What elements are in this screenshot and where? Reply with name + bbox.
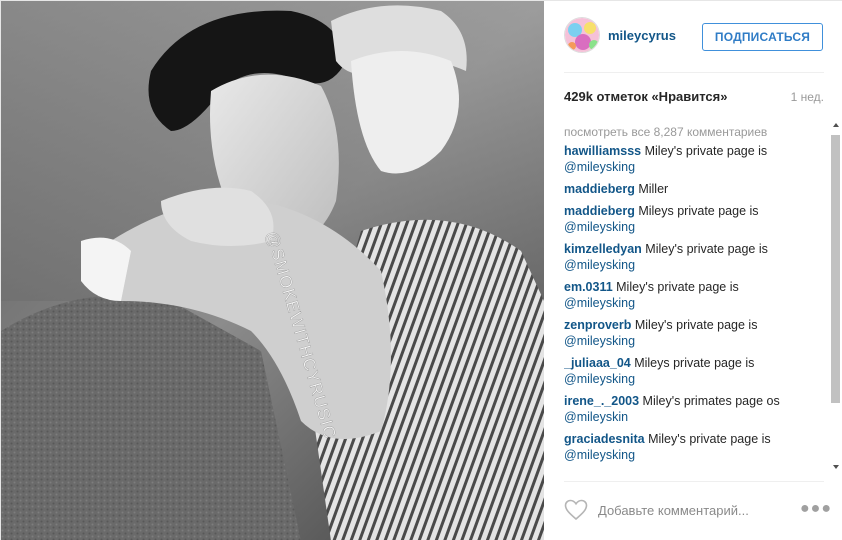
- comment-item: irene_._2003 Miley's primates page os @m…: [564, 393, 829, 425]
- comment-text: Mileys private page is: [630, 356, 755, 370]
- comment-text: Mileys private page is: [634, 204, 759, 218]
- comment-username[interactable]: zenproverb: [564, 318, 631, 332]
- comment-username[interactable]: hawilliamsss: [564, 144, 641, 158]
- post-author-username[interactable]: mileycyrus: [608, 28, 676, 43]
- comment-mention[interactable]: @mileysking: [564, 448, 635, 462]
- comment-item: graciadesnita Miley's private page is @m…: [564, 431, 829, 463]
- comment-mention[interactable]: @mileysking: [564, 372, 635, 386]
- scroll-up-arrow-icon[interactable]: [833, 123, 839, 127]
- comment-item: em.0311 Miley's private page is @mileysk…: [564, 279, 829, 311]
- comment-item: zenproverb Miley's private page is @mile…: [564, 317, 829, 349]
- post-photo[interactable]: @SMOKEWITHCYRUSIC: [1, 1, 544, 540]
- comment-mention[interactable]: @mileysking: [564, 160, 635, 174]
- comment-mention[interactable]: @mileysking: [564, 258, 635, 272]
- comment-username[interactable]: graciadesnita: [564, 432, 645, 446]
- comment-text: Miley's private page is: [612, 280, 739, 294]
- post-sidebar: mileycyrus ПОДПИСАТЬСЯ 429k отметок «Нра…: [544, 1, 842, 540]
- post-stats: 429k отметок «Нравится» 1 нед.: [564, 89, 824, 109]
- comment-mention[interactable]: @mileysking: [564, 334, 635, 348]
- comment-text: Miley's private page is: [644, 432, 771, 446]
- comments-scrollbar[interactable]: [829, 119, 842, 479]
- comment-username[interactable]: em.0311: [564, 280, 613, 294]
- comment-username[interactable]: _juliaaa_04: [564, 356, 631, 370]
- add-comment-bar: ●●●: [564, 493, 831, 529]
- scrollbar-thumb[interactable]: [831, 135, 840, 403]
- comment-mention[interactable]: @mileysking: [564, 220, 635, 234]
- divider: [564, 72, 824, 73]
- comment-mention[interactable]: @mileyskin: [564, 410, 628, 424]
- scroll-down-arrow-icon[interactable]: [833, 465, 839, 469]
- comment-input[interactable]: [598, 499, 788, 521]
- avatar-icon[interactable]: [564, 17, 600, 53]
- comment-text: Miley's primates page os: [639, 394, 780, 408]
- photo-icon: @SMOKEWITHCYRUSIC: [1, 1, 544, 540]
- view-all-comments-link[interactable]: посмотреть все 8,287 комментариев: [564, 121, 829, 143]
- comment-item: kimzelledyan Miley's private page is @mi…: [564, 241, 829, 273]
- comment-item: maddieberg Mileys private page is @miley…: [564, 203, 829, 235]
- post-timestamp[interactable]: 1 нед.: [791, 90, 824, 104]
- comment-username[interactable]: maddieberg: [564, 204, 635, 218]
- comment-mention[interactable]: @mileysking: [564, 296, 635, 310]
- comments-list: посмотреть все 8,287 комментариев hawill…: [564, 121, 829, 479]
- heart-icon[interactable]: [564, 499, 588, 521]
- instagram-post: @SMOKEWITHCYRUSIC mileycyrus ПОДПИСАТЬСЯ…: [0, 0, 842, 540]
- comment-text: Miley's private page is: [641, 144, 768, 158]
- more-options-icon[interactable]: ●●●: [800, 501, 831, 519]
- post-header: mileycyrus ПОДПИСАТЬСЯ: [544, 1, 842, 73]
- comment-username[interactable]: kimzelledyan: [564, 242, 642, 256]
- comment-text: Miller: [634, 182, 669, 196]
- comment-item: maddieberg Miller: [564, 181, 829, 197]
- comment-username[interactable]: irene_._2003: [564, 394, 639, 408]
- follow-button[interactable]: ПОДПИСАТЬСЯ: [702, 23, 823, 51]
- like-count[interactable]: 429k отметок «Нравится»: [564, 89, 727, 104]
- comment-item: hawilliamsss Miley's private page is @mi…: [564, 143, 829, 175]
- comment-text: Miley's private page is: [631, 318, 758, 332]
- comment-item: _juliaaa_04 Mileys private page is @mile…: [564, 355, 829, 387]
- comment-username[interactable]: maddieberg: [564, 182, 635, 196]
- divider: [564, 481, 824, 482]
- comment-text: Miley's private page is: [641, 242, 768, 256]
